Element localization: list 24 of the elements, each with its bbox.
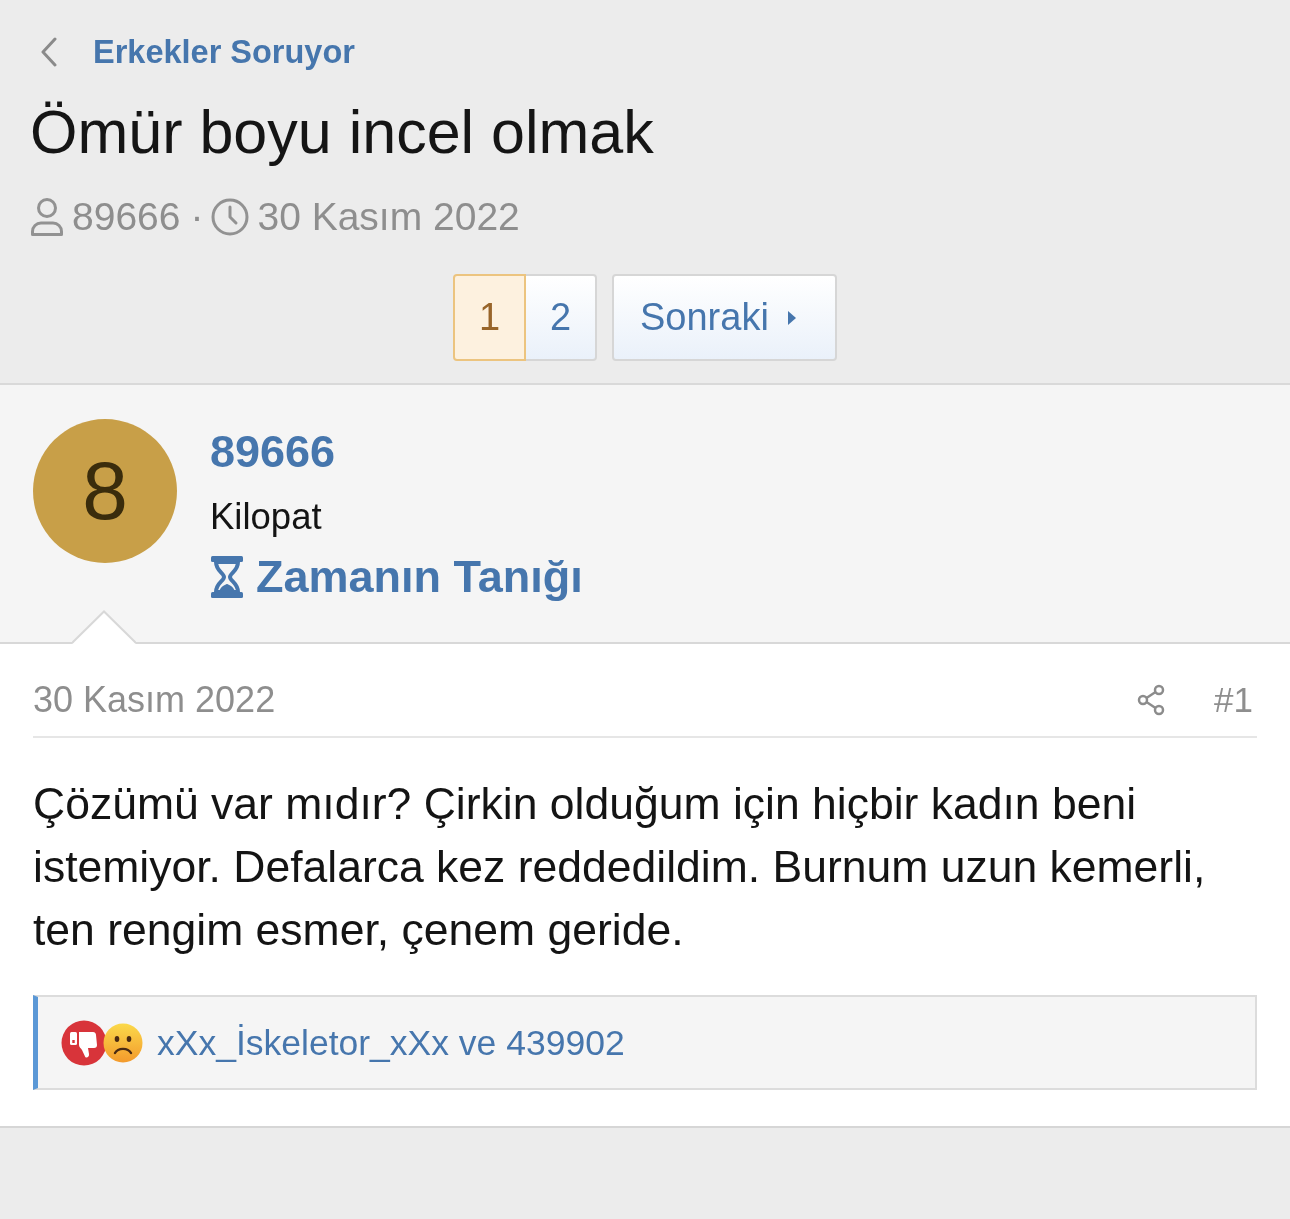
clock-icon	[211, 198, 250, 236]
user-icon	[30, 197, 64, 237]
thread-title: Ömür boyu incel olmak	[30, 97, 654, 167]
page-button[interactable]: 1	[453, 274, 526, 361]
post-number-link[interactable]: #1	[1214, 678, 1253, 722]
username-link[interactable]: 89666	[210, 427, 336, 477]
post-body: Çözümü var mıdır? Çirkin olduğum için hiçbir kadın beni istemiyor. Defalarca kez reddedildim. Burnum uzun kemerli, ten rengim esmer, çenem geride.	[33, 778, 1207, 956]
thumbs-down-icon	[61, 1019, 107, 1066]
breadcrumb-link[interactable]: Erkekler Soruyor	[93, 32, 355, 72]
post-date: 30 Kasım 2022	[33, 678, 276, 722]
caret-icon	[786, 309, 797, 326]
separator-dot: ·	[190, 194, 204, 240]
hourglass-icon	[210, 555, 244, 599]
author-name[interactable]: 89666	[72, 194, 181, 240]
sad-face-icon	[103, 1022, 143, 1063]
page-button[interactable]: 2	[524, 274, 597, 361]
avatar[interactable]: 8	[33, 419, 177, 563]
share-icon[interactable]	[1136, 684, 1167, 716]
next-button[interactable]: Sonraki	[612, 274, 837, 361]
rank-title: Zamanın Tanığı	[256, 550, 583, 604]
user-title: Kilopat	[210, 495, 322, 539]
reactions-link[interactable]: xXx_İskeletor_xXx ve 439902	[157, 1020, 625, 1065]
thread-date: 30 Kasım 2022	[257, 194, 520, 240]
back-icon[interactable]	[40, 37, 58, 67]
